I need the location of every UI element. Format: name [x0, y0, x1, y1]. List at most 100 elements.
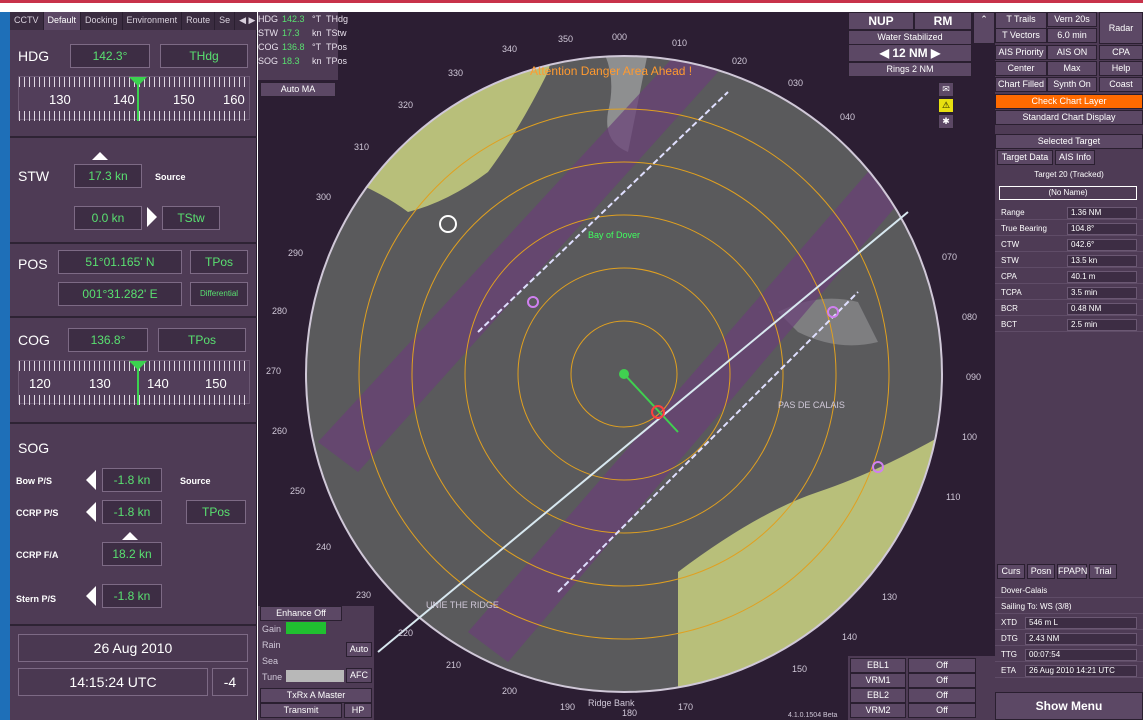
chart-filled-button[interactable]: Chart Filled: [995, 77, 1047, 92]
vrm1-value[interactable]: Off: [908, 673, 976, 688]
hdg-label: HDG: [18, 48, 50, 64]
sog-source[interactable]: TPos: [186, 500, 246, 524]
transmit-button[interactable]: Transmit: [260, 703, 342, 718]
tab-fpapn[interactable]: FPAPN: [1057, 564, 1087, 579]
help-button[interactable]: Help: [1099, 61, 1143, 76]
bearing-label: 220: [398, 628, 414, 638]
tab-scroll-arrows[interactable]: ◀ ▶: [235, 12, 261, 30]
left-accent: [0, 12, 10, 720]
north-up-button[interactable]: NUP: [848, 12, 914, 30]
tune-slider[interactable]: [286, 670, 344, 682]
ebl2-button[interactable]: EBL2: [850, 688, 906, 703]
hp-button[interactable]: HP: [344, 703, 372, 718]
ais-priority-button[interactable]: AIS Priority: [995, 45, 1047, 60]
bearing-label: 330: [448, 68, 464, 78]
bearing-label: 130: [882, 592, 898, 602]
ebl1-value[interactable]: Off: [908, 658, 976, 673]
latitude-value: 51°01.165' N: [58, 250, 182, 274]
range-down-icon[interactable]: ◀: [880, 46, 889, 60]
radar-display[interactable]: HDG 142.3 °T THdg STW 17.3 kn TStw COG 1…: [258, 12, 995, 720]
hdg-source[interactable]: THdg: [160, 44, 248, 68]
cog-value: 136.8°: [68, 328, 148, 352]
date-display: 26 Aug 2010: [18, 634, 248, 662]
ebl1-button[interactable]: EBL1: [850, 658, 906, 673]
utc-offset[interactable]: -4: [212, 668, 248, 696]
envelope-icon[interactable]: ✉: [938, 82, 954, 97]
tab-route[interactable]: Route: [182, 12, 216, 30]
tab-curs[interactable]: Curs: [997, 564, 1025, 579]
stw-up-arrow-icon: [92, 152, 108, 160]
target-row-bearing: True Bearing 104.8°: [995, 222, 1143, 236]
auto-button[interactable]: Auto: [346, 642, 372, 657]
gain-slider[interactable]: [286, 622, 326, 634]
tab-posn[interactable]: Posn: [1027, 564, 1055, 579]
max-button[interactable]: Max: [1047, 61, 1097, 76]
show-menu-button[interactable]: Show Menu: [995, 692, 1143, 720]
radar-mode-icon[interactable]: ⌃: [973, 12, 995, 44]
coast-button[interactable]: Coast: [1099, 77, 1143, 92]
warning-icon[interactable]: ⚠: [938, 98, 954, 113]
map-label-bank: Ridge Bank: [588, 698, 635, 708]
tab-ais-info[interactable]: AIS Info: [1055, 150, 1095, 165]
range-up-icon[interactable]: ▶: [931, 46, 940, 60]
vectors-button[interactable]: T Vectors: [995, 28, 1047, 43]
stw-label: STW: [18, 168, 50, 184]
selected-target-header[interactable]: Selected Target: [995, 134, 1143, 149]
longitude-value: 001°31.282' E: [58, 282, 182, 306]
trails-value[interactable]: Vern 20s: [1047, 12, 1097, 27]
stabilization-button[interactable]: Water Stabilized: [848, 30, 972, 45]
enhance-button[interactable]: Enhance Off: [260, 606, 342, 621]
stw-source-label: Source: [155, 172, 186, 182]
tab-default[interactable]: Default: [43, 12, 82, 30]
top-accent: [0, 0, 1143, 3]
center-button[interactable]: Center: [995, 61, 1047, 76]
bearing-label: 110: [946, 492, 961, 502]
vectors-value[interactable]: 6.0 min: [1047, 28, 1097, 43]
relative-motion-button[interactable]: RM: [914, 12, 972, 30]
tab-docking[interactable]: Docking: [81, 12, 123, 30]
synth-on-button[interactable]: Synth On: [1047, 77, 1097, 92]
ccrp-fa-up-arrow-icon: [122, 532, 138, 540]
time-display: 14:15:24 UTC: [18, 668, 208, 696]
map-label-bay: Bay of Dover: [588, 230, 641, 240]
bearing-label: 320: [398, 100, 414, 110]
ais-on-button[interactable]: AIS ON: [1047, 45, 1097, 60]
standard-display-button[interactable]: Standard Chart Display: [995, 110, 1143, 125]
tab-environment[interactable]: Environment: [123, 12, 183, 30]
pos-source[interactable]: TPos: [190, 250, 248, 274]
vrm2-value[interactable]: Off: [908, 703, 976, 718]
tab-trial[interactable]: Trial: [1089, 564, 1117, 579]
cog-label: COG: [18, 332, 50, 348]
own-ship-icon[interactable]: [619, 369, 629, 379]
hdg-pointer-icon: [129, 77, 147, 86]
bearing-label: 010: [672, 38, 688, 48]
vrm2-button[interactable]: VRM2: [850, 703, 906, 718]
bearing-label: 270: [266, 366, 282, 376]
cog-source[interactable]: TPos: [158, 328, 246, 352]
chart-alarm-selector[interactable]: Check Chart Layer: [995, 94, 1143, 109]
bearing-label: 260: [272, 426, 288, 436]
tab-cctv[interactable]: CCTV: [10, 12, 44, 30]
cpa-button[interactable]: CPA: [1099, 45, 1143, 60]
bearing-label: 180: [622, 708, 638, 718]
bell-icon[interactable]: ✱: [938, 114, 954, 129]
stern-port-arrow-icon: [86, 586, 96, 606]
pos-label: POS: [18, 256, 48, 272]
bearing-label: 170: [678, 702, 694, 712]
stw-source[interactable]: TStw: [162, 206, 220, 230]
range-value: 12 NM: [892, 46, 928, 60]
target-row-tcpa: TCPA 3.5 min: [995, 286, 1143, 300]
route-name: Dover-Calais: [995, 584, 1143, 598]
rings-button[interactable]: Rings 2 NM: [848, 62, 972, 77]
range-selector[interactable]: ◀ 12 NM ▶: [848, 44, 972, 62]
vrm1-button[interactable]: VRM1: [850, 673, 906, 688]
ebl2-value[interactable]: Off: [908, 688, 976, 703]
cog-scale: 120 130 140 150: [18, 360, 250, 405]
tab-target-data[interactable]: Target Data: [997, 150, 1053, 165]
radar-button[interactable]: Radar: [1099, 12, 1143, 44]
txrx-button[interactable]: TxRx A Master: [260, 688, 372, 703]
afc-button[interactable]: AFC: [346, 668, 372, 683]
tab-se[interactable]: Se: [215, 12, 236, 30]
bearing-label: 290: [288, 248, 304, 258]
pos-mode[interactable]: Differential: [190, 282, 248, 306]
